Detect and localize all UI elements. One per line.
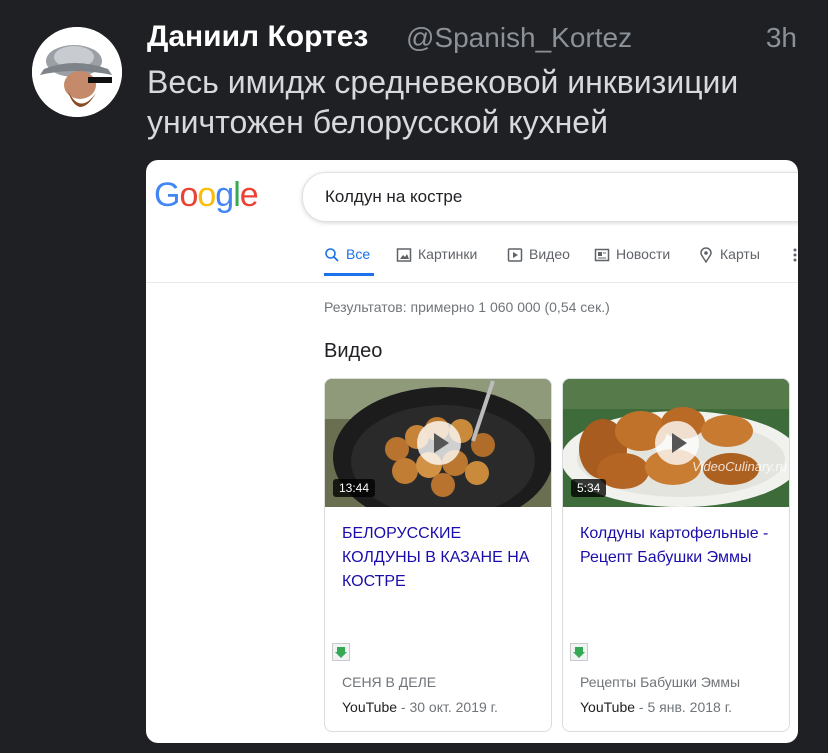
video-meta: YouTube - 30 окт. 2019 г.	[342, 699, 498, 715]
tabs-divider	[146, 282, 798, 283]
download-icon[interactable]	[570, 643, 588, 661]
download-icon[interactable]	[332, 643, 350, 661]
tab-label: Картинки	[418, 246, 478, 262]
more-icon	[793, 248, 797, 262]
video-source: YouTube	[342, 699, 398, 715]
tab-more[interactable]	[787, 246, 798, 276]
video-channel: СЕНЯ В ДЕЛЕ	[342, 674, 437, 690]
google-logo: Google	[154, 176, 259, 215]
avatar-image	[32, 27, 122, 117]
logo-letter: o	[179, 176, 198, 214]
tab-label: Видео	[529, 246, 570, 262]
result-stats: Результатов: примерно 1 060 000 (0,54 се…	[324, 299, 610, 315]
video-thumbnail[interactable]: 13:44	[325, 379, 551, 507]
avatar[interactable]	[32, 27, 122, 117]
tab-label: Все	[346, 246, 371, 262]
video-icon	[507, 248, 523, 262]
logo-letter: e	[239, 176, 259, 214]
timestamp[interactable]: 3h	[766, 22, 797, 54]
active-tab-indicator	[324, 273, 374, 276]
logo-letter: g	[215, 176, 234, 214]
tab-images[interactable]: Картинки	[396, 246, 477, 276]
logo-letter: G	[154, 176, 180, 214]
video-thumbnail[interactable]: VideoCulinary.ru 5:34	[563, 379, 789, 507]
tweet-header: Даниил Кортез @Spanish_Kortez 3h	[147, 20, 807, 60]
tab-all[interactable]: Все	[324, 246, 374, 276]
video-duration: 13:44	[333, 479, 376, 497]
video-title-link[interactable]: БЕЛОРУССКИЕ КОЛДУНЫ В КАЗАНЕ НА КОСТРЕ	[342, 522, 538, 594]
video-date: - 30 окт. 2019 г.	[397, 699, 498, 715]
search-query: Колдун на костре	[325, 187, 463, 206]
map-pin-icon	[700, 247, 712, 263]
tab-label: Новости	[616, 246, 671, 262]
tab-news[interactable]: Новости	[594, 246, 670, 276]
display-name[interactable]: Даниил Кортез	[147, 20, 368, 54]
tab-label: Карты	[720, 246, 760, 262]
logo-letter: o	[197, 176, 216, 214]
video-channel: Рецепты Бабушки Эммы	[580, 674, 741, 690]
search-input[interactable]: Колдун на костре	[302, 172, 798, 222]
tab-maps[interactable]: Карты	[698, 246, 760, 276]
search-icon	[325, 248, 339, 262]
attached-image-google-search[interactable]: Google Колдун на костре Все Картинки Вид…	[146, 160, 798, 743]
play-icon[interactable]	[417, 421, 461, 465]
video-duration: 5:34	[571, 479, 607, 497]
section-title-video: Видео	[324, 340, 383, 362]
video-source: YouTube	[580, 699, 636, 715]
tweet-text: Весь имидж средневековой инквизиции унич…	[147, 64, 739, 140]
video-title-link[interactable]: Колдуны картофельные - Рецепт Бабушки Эм…	[580, 522, 776, 570]
video-result-card[interactable]: 13:44 БЕЛОРУССКИЕ КОЛДУНЫ В КАЗАНЕ НА КО…	[324, 378, 552, 732]
thumbnail-watermark: VideoCulinary.ru	[692, 459, 787, 474]
search-tabs: Все Картинки Видео Новости Карты	[324, 246, 798, 276]
video-date: - 5 янв. 2018 г.	[635, 699, 732, 715]
news-icon	[594, 248, 610, 262]
user-handle[interactable]: @Spanish_Kortez	[406, 22, 632, 54]
video-result-card[interactable]: VideoCulinary.ru 5:34 Колдуны картофельн…	[562, 378, 790, 732]
tab-video[interactable]: Видео	[507, 246, 570, 276]
video-meta: YouTube - 5 янв. 2018 г.	[580, 699, 732, 715]
image-icon	[396, 248, 412, 262]
